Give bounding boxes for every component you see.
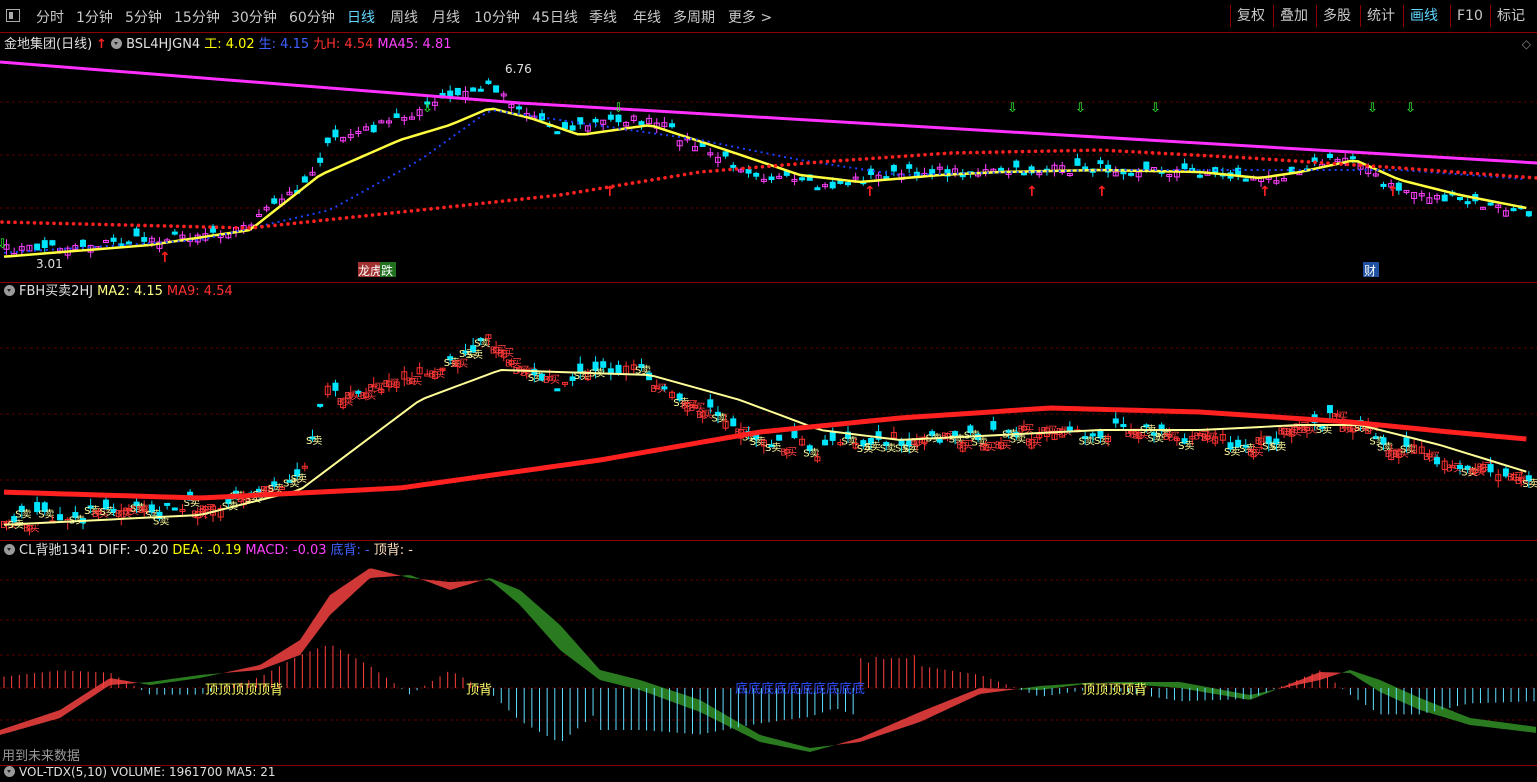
svg-text:底底底底底底底底底底: 底底底底底底底底底底 [735,681,865,697]
svg-text:S卖: S卖 [1522,478,1537,490]
svg-text:B买: B买 [543,374,560,386]
svg-text:S卖: S卖 [880,443,896,455]
svg-text:S卖: S卖 [1224,446,1240,458]
svg-text:顶顶顶顶顶背: 顶顶顶顶顶背 [205,683,283,698]
svg-text:B买: B买 [405,376,422,388]
high-price-label: 6.76 [505,62,532,76]
svg-text:↑: ↑ [1096,184,1108,200]
svg-text:⇩: ⇩ [422,101,433,116]
svg-text:↑: ↑ [864,184,876,200]
svg-text:↑: ↑ [159,250,171,266]
svg-text:↑: ↑ [1259,184,1271,200]
svg-text:⇩: ⇩ [1075,101,1086,116]
svg-text:⇩: ⇩ [1007,101,1018,116]
low-price-label: 3.01 [36,257,63,271]
svg-text:S卖: S卖 [467,349,483,361]
svg-text:B买: B买 [780,447,797,459]
svg-text:⇩: ⇩ [0,237,8,252]
svg-text:↑: ↑ [604,184,616,200]
svg-text:S卖: S卖 [15,508,31,520]
svg-text:S卖: S卖 [765,442,781,454]
svg-text:⇩: ⇩ [613,101,624,116]
svg-text:⇩: ⇩ [1150,101,1161,116]
svg-text:↑: ↑ [1026,184,1038,200]
svg-text:S卖: S卖 [1270,441,1286,453]
svg-text:S卖: S卖 [1316,424,1332,436]
future-data-note: 用到未来数据 [2,749,80,764]
svg-text:↑: ↑ [1387,184,1399,200]
svg-text:S卖: S卖 [864,441,880,453]
svg-text:S卖: S卖 [291,473,307,485]
svg-text:S卖: S卖 [306,435,322,447]
svg-text:顶顶顶顶背: 顶顶顶顶背 [1082,683,1147,698]
svg-text:B买: B买 [497,347,514,359]
stock-chart[interactable]: ↑↑↑↑↑↑↑⇩⇩⇩⇩⇩⇩⇩⇩ B买S卖S卖B买S卖S卖S卖B买S卖B买B买S卖… [0,0,1537,772]
finance-tag[interactable]: 财 [1364,264,1376,278]
svg-text:⇩: ⇩ [1367,101,1378,116]
svg-text:⇩: ⇩ [1405,101,1416,116]
drop-tag[interactable]: 跌 [381,263,393,278]
top-divergence-tag: 顶背 [466,683,492,698]
